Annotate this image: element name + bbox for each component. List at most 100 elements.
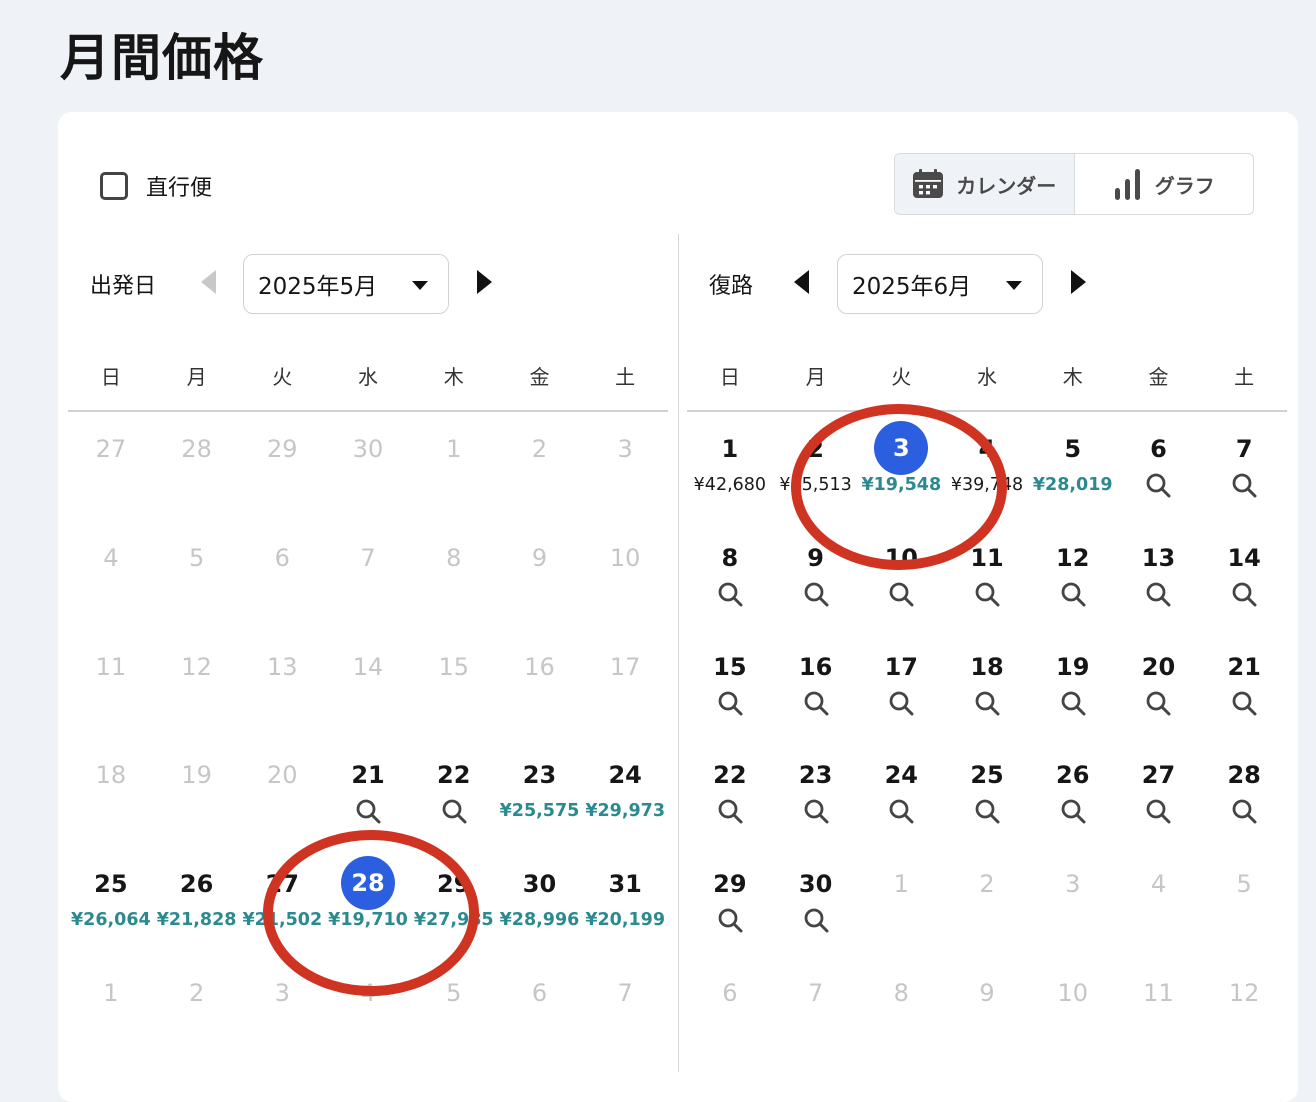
calendar-day[interactable]: 28 <box>1201 738 1287 847</box>
return-prev-month-button[interactable] <box>794 270 809 294</box>
calendar-day[interactable]: 6 <box>1116 412 1202 521</box>
calendar-week-row: 27 28 29 30 1 2 3 <box>68 412 668 521</box>
calendar-day[interactable]: 22 <box>411 738 497 847</box>
calendar-day[interactable]: 26 ¥21,828 <box>154 847 240 956</box>
return-label: 復路 <box>709 274 754 299</box>
calendar-day[interactable]: 22 <box>687 738 773 847</box>
day-number: 2 <box>807 435 824 463</box>
calendar-day[interactable]: 4 ¥39,748 <box>944 412 1030 521</box>
calendar-day: 5 <box>1201 847 1287 956</box>
calendar-view-button[interactable]: カレンダー <box>895 154 1075 214</box>
calendar-day[interactable]: 24 <box>858 738 944 847</box>
view-toggle: カレンダー グラフ <box>894 153 1254 215</box>
day-number: 11 <box>1143 978 1174 1007</box>
calendar-day: 8 <box>858 956 944 1065</box>
day-number: 9 <box>979 978 995 1007</box>
calendar-day[interactable]: 27 ¥21,502 <box>239 847 325 956</box>
calendar-day[interactable]: 10 <box>858 521 944 630</box>
day-number: 25 <box>970 761 1004 790</box>
calendar-day[interactable]: 17 <box>858 630 944 739</box>
graph-view-button[interactable]: グラフ <box>1075 154 1254 214</box>
calendar-day[interactable]: 21 <box>1201 630 1287 739</box>
nonstop-filter[interactable]: 直行便 <box>100 170 212 202</box>
calendar-day[interactable]: 25 <box>944 738 1030 847</box>
calendar-day[interactable]: 2 ¥35,513 <box>773 412 859 521</box>
calendar-day[interactable]: 27 <box>1116 738 1202 847</box>
calendar-day[interactable]: 11 <box>944 521 1030 630</box>
calendar-day: 19 <box>154 738 240 847</box>
calendar-day[interactable]: 13 <box>1116 521 1202 630</box>
departure-calendar: 出発日 2025年5月 日月火水木金土 27 28 29 30 1 2 3 4 5 6 7 8 9 10 1… <box>68 254 668 1007</box>
calendar-day[interactable]: 21 <box>325 738 411 847</box>
day-number: 28 <box>341 856 396 911</box>
bar-chart-icon <box>1114 169 1140 200</box>
calendar-day[interactable]: 5 ¥28,019 <box>1030 412 1116 521</box>
day-number: 5 <box>188 543 205 572</box>
nonstop-label: 直行便 <box>146 176 213 201</box>
search-icon <box>804 908 829 933</box>
day-number: 19 <box>181 761 212 790</box>
departure-prev-month-button[interactable] <box>201 270 216 294</box>
calendar-day[interactable]: 26 <box>1030 738 1116 847</box>
return-next-month-button[interactable] <box>1071 270 1086 294</box>
return-month-select[interactable]: 2025年6月 <box>837 254 1043 314</box>
calendar-day-selected[interactable]: 3 ¥19,548 <box>858 412 944 521</box>
weekday-label: 火 <box>891 365 912 389</box>
calendar-day[interactable]: 12 <box>1030 521 1116 630</box>
calendar-day[interactable]: 23 ¥25,575 <box>497 738 583 847</box>
calendar-day: 12 <box>154 630 240 739</box>
day-price: ¥21,828 <box>156 910 237 931</box>
nonstop-checkbox[interactable] <box>100 172 128 200</box>
search-icon <box>975 799 1000 824</box>
calendar-day[interactable]: 18 <box>944 630 1030 739</box>
weekday-label: 月 <box>805 365 826 389</box>
day-number: 6 <box>722 978 738 1007</box>
calendar-day[interactable]: 9 <box>773 521 859 630</box>
day-number: 16 <box>798 652 833 681</box>
calendar-day-selected[interactable]: 28 ¥19,710 <box>325 847 411 956</box>
day-number: 1 <box>721 435 739 463</box>
weekday-label: 木 <box>1062 365 1083 389</box>
calendar-day[interactable]: 1 ¥42,680 <box>687 412 773 521</box>
calendar-day[interactable]: 14 <box>1201 521 1287 630</box>
day-number: 10 <box>884 543 918 572</box>
departure-month-select[interactable]: 2025年5月 <box>243 254 449 314</box>
day-number: 1 <box>893 870 909 899</box>
calendar-day[interactable]: 20 <box>1116 630 1202 739</box>
calendar-day: 5 <box>411 956 497 1065</box>
calendar-day[interactable]: 8 <box>687 521 773 630</box>
day-number: 27 <box>95 435 127 463</box>
calendar-day[interactable]: 29 <box>687 847 773 956</box>
day-number: 18 <box>970 652 1004 681</box>
calendar-day: 1 <box>858 847 944 956</box>
search-icon <box>718 691 743 716</box>
day-price: ¥19,548 <box>861 475 942 495</box>
calendar-day[interactable]: 7 <box>1201 412 1287 521</box>
search-icon <box>889 582 914 607</box>
calendar-day[interactable]: 19 <box>1030 630 1116 739</box>
calendar-day[interactable]: 29 ¥27,985 <box>411 847 497 956</box>
day-number: 10 <box>609 543 641 572</box>
day-number: 17 <box>884 652 918 681</box>
calendar-day[interactable]: 30 <box>773 847 859 956</box>
day-number: 28 <box>181 435 212 463</box>
day-number: 30 <box>798 870 833 899</box>
calendar-day[interactable]: 30 ¥28,996 <box>497 847 583 956</box>
calendar-day: 14 <box>325 630 411 739</box>
calendar-day[interactable]: 16 <box>773 630 859 739</box>
calendar-day[interactable]: 31 ¥20,199 <box>582 847 668 956</box>
day-number: 21 <box>351 761 385 790</box>
calendar-day[interactable]: 23 <box>773 738 859 847</box>
departure-header: 出発日 2025年5月 <box>68 254 668 316</box>
search-icon <box>1232 473 1257 498</box>
calendar-day[interactable]: 24 ¥29,973 <box>582 738 668 847</box>
departure-next-month-button[interactable] <box>477 270 492 294</box>
calendar-day[interactable]: 25 ¥26,064 <box>68 847 154 956</box>
calendar-day: 20 <box>239 738 325 847</box>
search-icon <box>1232 799 1257 824</box>
calendar-day: 9 <box>944 956 1030 1065</box>
calendar-day: 11 <box>68 630 154 739</box>
calendar-day: 4 <box>68 521 154 630</box>
calendar-day[interactable]: 15 <box>687 630 773 739</box>
day-number: 3 <box>274 978 290 1007</box>
